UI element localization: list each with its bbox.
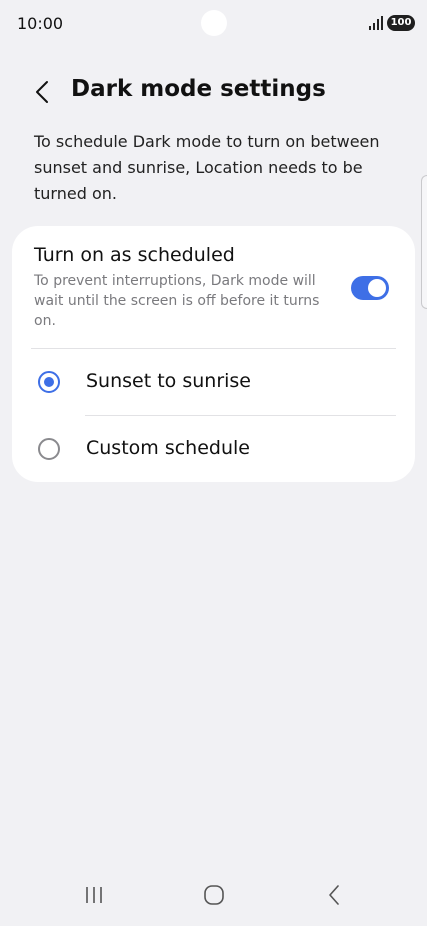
page-title: Dark mode settings [71, 76, 326, 102]
home-icon [204, 885, 224, 905]
schedule-subtitle: To prevent interruptions, Dark mode will… [34, 273, 320, 329]
option-label: Custom schedule [86, 437, 250, 459]
location-notice: To schedule Dark mode to turn on between… [34, 132, 380, 203]
scroll-indicator[interactable] [421, 175, 427, 309]
navigation-bar [0, 872, 427, 918]
toggle-knob [368, 279, 386, 297]
signal-icon [369, 16, 383, 30]
camera-cutout [201, 10, 227, 36]
home-button[interactable] [186, 872, 242, 918]
divider [31, 348, 396, 349]
schedule-title: Turn on as scheduled [34, 244, 235, 266]
back-button[interactable] [26, 74, 58, 110]
schedule-toggle[interactable] [351, 276, 389, 300]
back-icon [329, 885, 339, 905]
screen: 10:00 100 Dark mode settings To schedule… [0, 0, 427, 926]
recents-button[interactable] [66, 872, 122, 918]
battery-icon: 100 [387, 15, 415, 31]
status-bar: 10:00 100 [0, 0, 427, 48]
turn-on-as-scheduled-row[interactable]: Turn on as scheduled To prevent interrup… [12, 226, 415, 348]
schedule-card: Turn on as scheduled To prevent interrup… [12, 226, 415, 482]
option-custom-schedule[interactable]: Custom schedule [12, 417, 415, 481]
radio-selected-icon[interactable] [38, 371, 60, 393]
nav-back-button[interactable] [306, 872, 362, 918]
radio-unselected-icon[interactable] [38, 438, 60, 460]
divider [85, 415, 396, 416]
option-sunset-to-sunrise[interactable]: Sunset to sunrise [12, 350, 415, 414]
recents-icon [86, 887, 102, 903]
status-time: 10:00 [17, 14, 64, 33]
chevron-left-icon [36, 81, 48, 103]
option-label: Sunset to sunrise [86, 370, 251, 392]
